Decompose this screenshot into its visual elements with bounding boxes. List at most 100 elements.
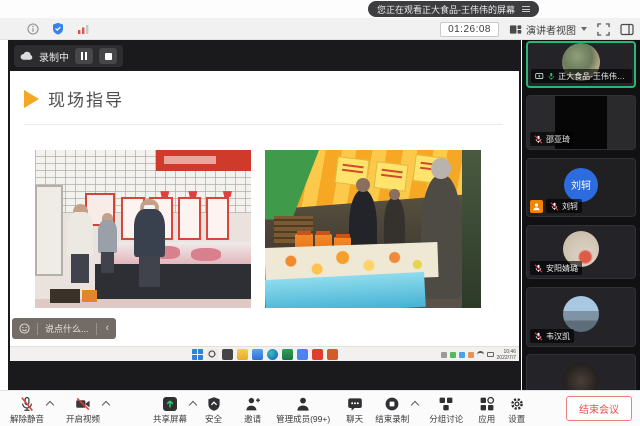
taskbar-tray: 10:46 2022/7/7	[441, 348, 516, 361]
tray-icon[interactable]	[450, 352, 456, 358]
pause-recording-button[interactable]	[75, 48, 93, 64]
participant-label: 邵亚琦	[530, 132, 574, 146]
security-button[interactable]: 安全	[205, 393, 222, 425]
chat-button[interactable]: 聊天	[346, 393, 363, 425]
network-signal-icon[interactable]	[77, 23, 90, 35]
participant-tile[interactable]: 韦汉凯	[526, 287, 636, 347]
unmute-menu-chevron-icon[interactable]	[46, 400, 54, 408]
breakout-blocks-icon	[438, 396, 454, 412]
taskbar-clock[interactable]: 10:46 2022/7/7	[497, 349, 516, 361]
chevron-down-icon	[581, 27, 587, 31]
speaker-view-icon	[509, 23, 522, 36]
title-divider	[24, 124, 503, 125]
participant-tile[interactable]: 刘轲 刘轲	[526, 158, 636, 217]
app-blue-icon[interactable]	[297, 349, 308, 360]
powerpoint-icon[interactable]	[327, 349, 338, 360]
chrome-left-icons	[0, 22, 90, 35]
emoji-icon[interactable]	[19, 323, 30, 334]
chat-input-placeholder[interactable]: 说点什么...	[45, 322, 89, 335]
collapse-chat-icon[interactable]: ‹	[104, 323, 110, 334]
photo-market-stall	[265, 150, 481, 308]
tray-icon[interactable]	[459, 352, 465, 358]
windows-taskbar: 10:46 2022/7/7	[10, 346, 519, 361]
view-mode-button[interactable]: 演讲者视图	[509, 22, 587, 37]
mail-icon[interactable]	[252, 349, 263, 360]
tray-icon[interactable]	[441, 352, 447, 358]
shared-screen-stage: 录制中 现场指导	[8, 40, 521, 390]
file-explorer-icon[interactable]	[237, 349, 248, 360]
breakout-rooms-button[interactable]: 分组讨论	[429, 393, 463, 425]
excel-icon[interactable]	[282, 349, 293, 360]
wifi-icon[interactable]	[477, 351, 484, 358]
cloud-record-icon	[20, 51, 33, 61]
mic-muted-icon	[550, 202, 559, 211]
participant-label: 刘轲	[546, 199, 582, 213]
shield-icon[interactable]	[52, 22, 64, 35]
watching-banner: 您正在观看正大食品-王伟伟的屏幕	[368, 1, 539, 17]
participant-tile[interactable]: 邵亚琦	[526, 95, 636, 150]
info-icon[interactable]	[27, 23, 39, 35]
meeting-window: 您正在观看正大食品-王伟伟的屏幕 01:26:08	[0, 0, 640, 426]
taskbar-date: 2022/7/7	[497, 355, 516, 361]
top-banner-strip: 您正在观看正大食品-王伟伟的屏幕	[0, 0, 640, 18]
invite-person-icon	[245, 396, 261, 412]
end-meeting-button[interactable]: 结束会议	[566, 396, 632, 421]
battery-icon[interactable]	[487, 352, 494, 357]
recording-indicator: 录制中	[14, 45, 123, 67]
menu-icon[interactable]	[522, 5, 530, 14]
photo-meat-shop	[35, 150, 251, 308]
participant-name: 刘轲	[562, 201, 578, 212]
slide-title: 现场指导	[48, 86, 124, 111]
settings-button[interactable]: 设置	[508, 393, 525, 425]
record-menu-chevron-icon[interactable]	[411, 400, 419, 408]
slide-title-row: 现场指导	[24, 86, 124, 111]
participant-tile[interactable]	[526, 354, 636, 390]
apps-grid-icon	[479, 396, 495, 412]
taskview-icon[interactable]	[222, 349, 233, 360]
members-icon	[295, 396, 311, 412]
camera-off-icon	[75, 396, 91, 412]
mic-muted-icon	[534, 264, 543, 273]
triangle-bullet-icon	[24, 90, 39, 108]
participants-sidebar: 正大食品-王伟伟的... 邵亚琦 刘轲	[522, 40, 640, 390]
chrome-right-controls: 01:26:08 演讲者视图	[440, 18, 634, 40]
mic-muted-icon	[534, 135, 543, 144]
mic-on-icon	[547, 72, 556, 81]
hand-raised-badge	[530, 200, 543, 213]
share-screen-button[interactable]: 共享屏幕	[153, 393, 187, 425]
participant-initial-avatar: 刘轲	[564, 168, 598, 202]
chat-overlay[interactable]: 说点什么... ‹	[12, 318, 116, 339]
participant-tile[interactable]: 正大食品-王伟伟的...	[526, 41, 636, 88]
layout-toggle-icon[interactable]	[620, 23, 634, 36]
view-mode-label: 演讲者视图	[526, 22, 576, 37]
stop-recording-button[interactable]	[99, 48, 117, 64]
wps-icon[interactable]	[312, 349, 323, 360]
participant-photo-avatar	[563, 296, 599, 332]
participant-name: 安阳婧璐	[546, 263, 578, 274]
fullscreen-icon[interactable]	[597, 23, 610, 36]
tray-icon[interactable]	[468, 352, 474, 358]
search-icon[interactable]	[207, 349, 218, 360]
manage-members-button[interactable]: 管理成员(99+)	[276, 393, 330, 425]
participant-label: 正大食品-王伟伟的...	[531, 69, 632, 83]
participant-name: 正大食品-王伟伟的...	[558, 71, 628, 82]
share-screen-icon	[162, 396, 178, 412]
watching-banner-text: 您正在观看正大食品-王伟伟的屏幕	[377, 3, 515, 16]
unmute-button[interactable]: 解除静音	[10, 393, 44, 425]
windows-start-icon[interactable]	[192, 349, 203, 360]
recording-status: 录制中	[39, 49, 69, 64]
stop-record-icon	[384, 396, 400, 412]
participant-name: 韦汉凯	[546, 331, 570, 342]
participant-label: 韦汉凯	[530, 329, 574, 343]
apps-button[interactable]: 应用	[478, 393, 495, 425]
stop-recording-toolbar-button[interactable]: 结束录制	[375, 393, 409, 425]
share-menu-chevron-icon[interactable]	[189, 400, 197, 408]
invite-button[interactable]: 邀请	[244, 393, 261, 425]
video-menu-chevron-icon[interactable]	[102, 400, 110, 408]
participant-name: 邵亚琦	[546, 134, 570, 145]
person-icon	[532, 202, 541, 211]
edge-browser-icon[interactable]	[267, 349, 278, 360]
participant-tile[interactable]: 安阳婧璐	[526, 225, 636, 279]
start-video-button[interactable]: 开启视频	[66, 393, 100, 425]
presentation-slide: 现场指导	[10, 71, 519, 346]
